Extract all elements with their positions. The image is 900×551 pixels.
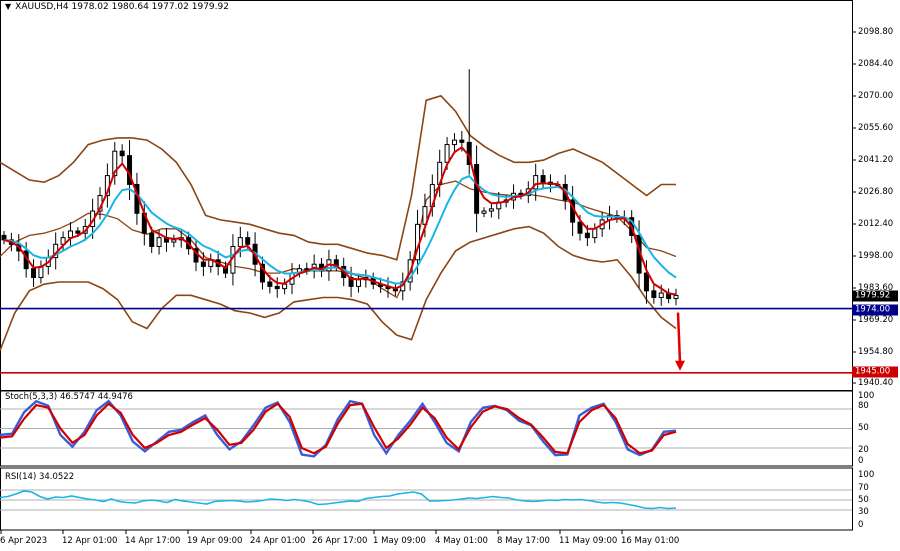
candle-body bbox=[171, 239, 177, 243]
rsi-label: RSI(14) 34.0522 bbox=[5, 472, 75, 482]
time-label: 11 May 09:00 bbox=[559, 536, 618, 546]
time-label: 24 Apr 01:00 bbox=[250, 536, 306, 546]
candle-body bbox=[355, 279, 361, 287]
price-tick: 1969.20 bbox=[858, 315, 894, 325]
main-panel-border bbox=[0, 0, 853, 391]
stoch-tick: 50 bbox=[858, 423, 869, 433]
price-tick: 1954.80 bbox=[858, 347, 894, 357]
current-price-tag: 1979.92 bbox=[852, 290, 898, 302]
price-tick: 2055.60 bbox=[858, 123, 894, 133]
candle-body bbox=[459, 139, 465, 143]
candle-body bbox=[488, 208, 494, 212]
candle-body bbox=[200, 261, 206, 267]
candle-body bbox=[673, 294, 679, 300]
candle-body bbox=[67, 230, 73, 239]
target-level-tag: 1945.00 bbox=[852, 366, 898, 378]
time-label: 14 Apr 17:00 bbox=[125, 536, 181, 546]
time-label: 26 Apr 17:00 bbox=[312, 536, 368, 546]
time-label: 1 May 09:00 bbox=[373, 536, 426, 546]
time-label: 6 Apr 2023 bbox=[0, 536, 48, 546]
rsi-tick: 70 bbox=[858, 483, 869, 493]
price-tick: 1940.40 bbox=[858, 378, 894, 388]
down-arrow-head bbox=[675, 360, 685, 371]
candle-body bbox=[119, 150, 125, 157]
stoch-tick: 100 bbox=[858, 391, 875, 401]
candle-body bbox=[643, 272, 649, 292]
price-tick: 2084.40 bbox=[858, 59, 894, 69]
candle-body bbox=[444, 144, 450, 163]
symbol-dropdown-icon[interactable]: ▼ bbox=[5, 2, 11, 11]
rsi-tick: 30 bbox=[858, 507, 869, 517]
price-tick: 1998.00 bbox=[858, 251, 894, 261]
stoch-tick: 80 bbox=[858, 401, 869, 411]
ma-fast-line bbox=[3, 145, 677, 296]
stochastic-label: Stoch(5,3,3) 46.5747 44.9476 bbox=[5, 392, 133, 402]
candle-body bbox=[282, 283, 288, 290]
candle-body bbox=[592, 228, 598, 239]
candle-body bbox=[156, 237, 162, 248]
rsi-tick: 50 bbox=[858, 495, 869, 505]
candle-body bbox=[451, 139, 457, 146]
symbol-ohlc-text: XAUUSD,H4 1978.02 1980.64 1977.02 1979.9… bbox=[15, 2, 229, 12]
down-arrow-shaft bbox=[676, 312, 682, 363]
candle-body bbox=[75, 230, 81, 234]
rsi-tick: 100 bbox=[858, 470, 875, 480]
price-tick: 2012.40 bbox=[858, 219, 894, 229]
price-tick: 2026.80 bbox=[858, 187, 894, 197]
candle-body bbox=[584, 232, 590, 239]
bollinger-lower-line bbox=[0, 225, 677, 351]
time-label: 16 May 01:00 bbox=[621, 536, 680, 546]
support-level-tag: 1974.00 bbox=[852, 304, 898, 316]
candle-body bbox=[237, 237, 243, 248]
candle-body bbox=[149, 232, 155, 247]
candle-body bbox=[577, 221, 583, 234]
bollinger-upper-line bbox=[0, 94, 676, 261]
time-label: 19 Apr 09:00 bbox=[187, 536, 243, 546]
candle-body bbox=[274, 285, 280, 290]
candle-body bbox=[658, 292, 664, 298]
candle-body bbox=[651, 290, 657, 298]
candle-body bbox=[267, 281, 273, 287]
candle-body bbox=[540, 175, 546, 183]
chart-canvas[interactable] bbox=[0, 0, 900, 551]
time-label: 4 May 01:00 bbox=[435, 536, 488, 546]
price-tick: 2070.00 bbox=[858, 91, 894, 101]
price-tick: 2098.80 bbox=[858, 27, 894, 37]
chart-header: ▼ XAUUSD,H4 1978.02 1980.64 1977.02 1979.… bbox=[5, 2, 229, 12]
stoch-tick: 0 bbox=[858, 456, 864, 466]
time-label: 8 May 17:00 bbox=[497, 536, 550, 546]
candle-body bbox=[481, 210, 487, 214]
stoch-tick: 20 bbox=[858, 445, 869, 455]
candle-body bbox=[31, 268, 37, 279]
time-label: 12 Apr 01:00 bbox=[62, 536, 118, 546]
price-tick: 2041.20 bbox=[858, 155, 894, 165]
rsi-tick: 0 bbox=[858, 520, 864, 530]
candle-body bbox=[245, 237, 251, 245]
